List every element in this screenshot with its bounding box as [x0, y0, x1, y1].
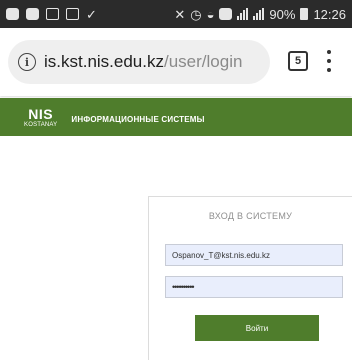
- site-header: NIS KOSTANAY ИНФОРМАЦИОННЫЕ СИСТЕМЫ: [0, 98, 352, 136]
- browser-toolbar: i is.kst.nis.edu.kz/user/login 5: [0, 28, 352, 96]
- notification-icon: [6, 8, 19, 20]
- message-icon: [26, 8, 39, 20]
- alarm-icon: ◷: [190, 6, 202, 22]
- data-saver-icon: [219, 8, 233, 20]
- login-button[interactable]: Войти: [195, 315, 319, 341]
- logo-sub-text: KOSTANAY: [24, 121, 58, 128]
- image-icon: [66, 8, 79, 20]
- notification-icons: ✓: [6, 8, 97, 21]
- battery-icon: [300, 8, 309, 20]
- url-host: is.kst.nis.edu.kz: [44, 52, 164, 71]
- logo-main-text: NIS: [28, 105, 54, 122]
- phone-screen: ✓ ✕ ◷ ◒ 90% 12:26 i is.kst.nis.edu.kz/us…: [0, 0, 352, 360]
- status-bar: ✓ ✕ ◷ ◒ 90% 12:26: [0, 0, 352, 28]
- system-icons: ✕ ◷ ◒ 90% 12:26: [174, 7, 346, 22]
- url-path: /user/login: [164, 52, 243, 71]
- tab-switcher-button[interactable]: 5: [288, 51, 308, 71]
- address-bar[interactable]: i is.kst.nis.edu.kz/user/login: [8, 40, 270, 84]
- battery-level: 90%: [269, 6, 296, 22]
- login-panel: ВХОД В СИСТЕМУ Войти: [148, 196, 352, 360]
- info-icon[interactable]: i: [18, 53, 36, 71]
- site-title: ИНФОРМАЦИОННЫЕ СИСТЕМЫ: [71, 114, 205, 124]
- nis-logo[interactable]: NIS KOSTANAY: [24, 107, 57, 128]
- document-icon: [46, 8, 59, 20]
- download-done-icon: ✓: [86, 6, 97, 22]
- signal-icon: [237, 8, 249, 20]
- login-title: ВХОД В СИСТЕМУ: [208, 211, 293, 221]
- mute-icon: ✕: [174, 6, 186, 22]
- clock: 12:26: [313, 6, 346, 22]
- signal-icon-2: [253, 8, 265, 20]
- url-text[interactable]: is.kst.nis.edu.kz/user/login: [44, 52, 242, 72]
- more-menu-icon[interactable]: [326, 50, 332, 72]
- username-input[interactable]: [165, 244, 343, 266]
- password-input[interactable]: [165, 276, 343, 298]
- wifi-icon: ◒: [206, 6, 215, 22]
